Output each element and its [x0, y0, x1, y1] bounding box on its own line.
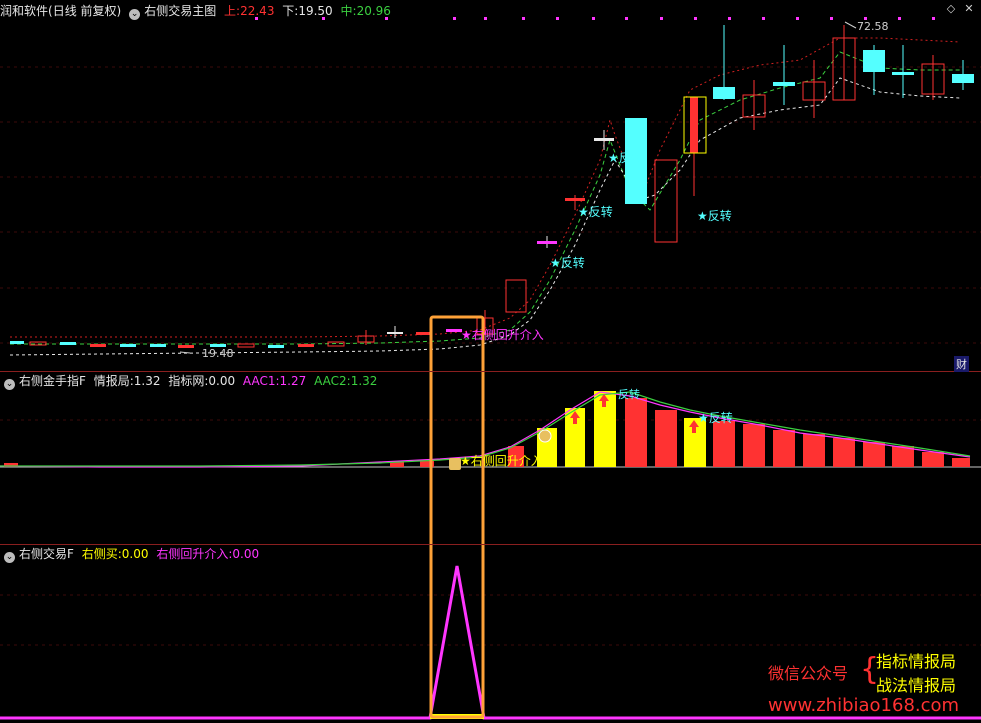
panel3-header: ⌄ 右侧交易F 右侧买:0.00 右侧回升介入:0.00: [0, 545, 263, 563]
upper-value: 22.43: [240, 4, 275, 18]
watermark-wechat: 微信公众号: [768, 664, 849, 683]
entry-value: 0.00: [232, 547, 260, 561]
info-value: 1.32: [133, 374, 161, 388]
buy-label: 右侧买:: [81, 547, 122, 561]
high-price-label: 72.58: [857, 20, 889, 33]
low-pointer: [179, 351, 191, 354]
net-label: 指标网:: [168, 374, 209, 388]
indicator-name[interactable]: 右侧交易主图: [144, 4, 216, 18]
panel2-indicator[interactable]: 右侧金手指F: [19, 374, 86, 388]
lower-value: 19.50: [298, 4, 333, 18]
entry-label: 右侧回升介入:: [156, 547, 233, 561]
highlight-box: [429, 315, 485, 719]
panel3-indicator[interactable]: 右侧交易F: [19, 547, 74, 561]
entry-marker: ★右侧回升介入: [461, 328, 544, 342]
entry-marker: ★右侧回升介入: [460, 454, 543, 468]
upper-band: [10, 37, 961, 338]
panel2-header: ⌄ 右侧金手指F 情报局:1.32 指标网:0.00 AAC1:1.27 AAC2…: [0, 372, 381, 390]
low-price-label: 19.48: [202, 347, 234, 360]
reversal-marker: 反转: [618, 388, 640, 401]
close-icon[interactable]: ✕: [963, 3, 975, 15]
net-value: 0.00: [208, 374, 236, 388]
settings-icon[interactable]: ⌄: [129, 9, 141, 20]
hand-icon: [449, 458, 461, 470]
upper-label: 上:: [224, 4, 241, 18]
reversal-marker: ★反转: [698, 411, 733, 425]
settings-icon[interactable]: ⌄: [4, 379, 15, 390]
diamond-icon[interactable]: ◇: [945, 3, 957, 15]
middle-band: [10, 51, 960, 345]
settings-icon[interactable]: ⌄: [4, 552, 15, 563]
chart-canvas: [0, 17, 981, 720]
lower-label: 下:: [282, 4, 299, 18]
high-pointer: [844, 21, 857, 29]
info-label: 情报局:: [93, 374, 134, 388]
watermark-url: www.zhibiao168.com: [768, 695, 960, 716]
aac1-value: 1.27: [279, 374, 307, 388]
aac1-label: AAC1:: [242, 374, 280, 388]
buy-value: 0.00: [121, 547, 149, 561]
aac2-label: AAC2:: [314, 374, 351, 388]
app-name: 润和软件: [0, 4, 49, 18]
reversal-marker: ★反转: [608, 151, 643, 165]
finance-badge[interactable]: 财: [954, 356, 969, 372]
watermark-line2: 战法情报局: [876, 676, 957, 695]
reversal-marker: ★反转: [578, 205, 613, 219]
period-label[interactable]: (日线 前复权): [48, 4, 121, 18]
middle-value: 20.96: [356, 4, 391, 18]
middle-label: 中:: [340, 4, 357, 18]
coin-icon: [538, 429, 552, 443]
candles: [10, 25, 974, 348]
reversal-marker: ★反转: [697, 209, 732, 223]
watermark-line1: 指标情报局: [876, 652, 957, 671]
aac2-value: 1.32: [350, 374, 378, 388]
reversal-marker: ★反转: [550, 256, 585, 270]
main-header: 润和软件(日线 前复权) ⌄ 右侧交易主图 上:22.43 下:19.50 中:20…: [0, 2, 395, 20]
